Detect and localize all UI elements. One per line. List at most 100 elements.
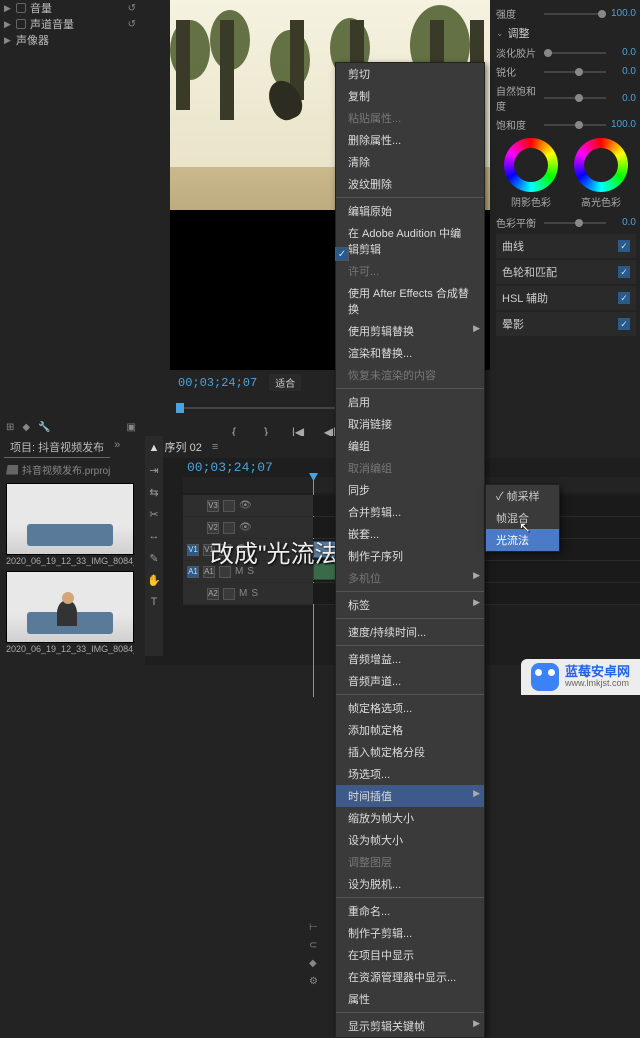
menu-item[interactable]: 标签▶ [336,594,484,616]
shadow-tint-wheel[interactable] [504,138,558,192]
hand-tool[interactable]: ✋ [147,574,161,588]
menu-item[interactable]: 场选项... [336,763,484,785]
menu-item[interactable]: 同步 [336,479,484,501]
menu-item[interactable]: 音频增益... [336,648,484,670]
project-clip[interactable]: 2020_06_19_12_33_IMG_8084_x264.mp4 [6,483,134,567]
expand-arrow-icon[interactable]: ▶ [4,3,12,14]
linked-selection-icon[interactable]: ⊂ [309,940,321,952]
menu-item[interactable]: 重命名... [336,900,484,922]
panel-menu-icon[interactable]: ≡ [212,441,218,453]
razor-tool[interactable]: ✂ [147,508,161,522]
solo-icon[interactable]: S [251,588,258,599]
menu-item[interactable]: 取消链接 [336,413,484,435]
menu-item[interactable]: 在资源管理器中显示... [336,966,484,988]
menu-item[interactable]: 使用剪辑替换▶ [336,320,484,342]
reset-icon[interactable]: ↺ [128,3,136,14]
adjust-section[interactable]: ⌄ 调整 [496,25,636,41]
settings-icon[interactable]: ⚙ [309,976,321,988]
menu-item[interactable]: 制作子序列 [336,545,484,567]
eye-icon[interactable]: 👁 [239,522,252,533]
menu-item[interactable]: 使用 After Effects 合成替换 [336,282,484,320]
fx-channel-volume-row[interactable]: ▶ 声道音量 ↺ [0,16,140,32]
menu-item[interactable]: 剪切 [336,63,484,85]
pen-tool[interactable]: ✎ [147,552,161,566]
menu-item[interactable]: 速度/持续时间... [336,621,484,643]
fade-film-slider[interactable]: 淡化胶片 0.0 [496,45,636,60]
fx-toggle-icon[interactable] [16,19,26,29]
menu-item[interactable]: 插入帧定格分段 [336,741,484,763]
slip-tool[interactable]: ↔ [147,530,161,544]
menu-item[interactable]: 设为脱机... [336,873,484,895]
track-lock-icon[interactable] [223,500,235,512]
monitor-timecode[interactable]: 00;03;24;07 [178,376,257,390]
project-file-row[interactable]: 抖音视频发布.prproj [0,460,142,479]
menu-item[interactable]: 波纹删除 [336,173,484,195]
lumetri-section[interactable]: HSL 辅助✓ [496,286,636,310]
project-tabs[interactable]: 项目: 抖音视频发布 » ≡ [0,435,142,460]
expand-arrow-icon[interactable]: ▶ [4,19,12,30]
menu-item[interactable]: 清除 [336,151,484,173]
saturation-slider[interactable]: 饱和度 100.0 [496,117,636,132]
source-patch[interactable]: A1 [187,566,199,578]
lumetri-section[interactable]: 曲线✓ [496,234,636,258]
zoom-dropdown[interactable]: 适合 [269,374,301,391]
menu-item[interactable]: 缩放为帧大小 [336,807,484,829]
section-toggle[interactable]: ✓ [618,266,630,278]
menu-item[interactable]: 编辑原始 [336,200,484,222]
marker-icon[interactable]: ◆ [309,958,321,970]
vibrance-slider[interactable]: 自然饱和度 0.0 [496,83,636,113]
playhead-icon[interactable] [176,403,184,413]
menu-item[interactable]: 音频声道... [336,670,484,692]
fx-volume-row[interactable]: ▶ 音量 ↺ [0,0,140,16]
fx-toggle-icon[interactable] [16,3,26,13]
track-target[interactable]: A2 [207,588,219,600]
snap-icon[interactable]: ⊞ [6,422,14,433]
menu-item[interactable]: 复制 [336,85,484,107]
snap-icon[interactable]: ⊢ [309,922,321,934]
menu-item[interactable]: 编组 [336,435,484,457]
eye-icon[interactable]: 👁 [239,500,252,511]
tint-balance-slider[interactable]: 色彩平衡 0.0 [496,215,636,230]
wrench-icon[interactable]: 🔧 [38,422,50,433]
section-toggle[interactable]: ✓ [618,318,630,330]
submenu-item[interactable]: ✓ 帧采样 [486,485,559,507]
expand-arrow-icon[interactable]: ▶ [4,35,12,46]
new-item-icon[interactable]: ▣ [127,422,136,433]
section-toggle[interactable]: ✓ [618,292,630,304]
menu-item[interactable]: 帧定格选项... [336,697,484,719]
menu-item[interactable]: 启用 [336,391,484,413]
menu-item[interactable]: 在 Adobe Audition 中编辑剪辑 [336,222,484,260]
ripple-tool[interactable]: ⇆ [147,486,161,500]
source-patch[interactable]: V1 [187,544,199,556]
track-lock-icon[interactable] [223,522,235,534]
sharpen-slider[interactable]: 锐化 0.0 [496,64,636,79]
track-lock-icon[interactable] [223,588,235,600]
menu-item[interactable]: 渲染和替换... [336,342,484,364]
reset-icon[interactable]: ↺ [128,19,136,30]
mute-icon[interactable]: M [239,588,247,599]
menu-item[interactable]: 添加帧定格 [336,719,484,741]
section-toggle[interactable]: ✓ [618,240,630,252]
time-interpolation-submenu[interactable]: ✓ 帧采样 帧混合 光流法 [485,484,560,552]
type-tool[interactable]: T [147,596,161,610]
sequence-tab[interactable]: 序列 02 [161,438,206,456]
tab-overflow-icon[interactable]: » [110,437,124,458]
highlight-tint-wheel[interactable] [574,138,628,192]
selection-tool[interactable]: ▲ [147,442,161,456]
menu-item[interactable]: 嵌套... [336,523,484,545]
track-select-tool[interactable]: ⇥ [147,464,161,478]
menu-item[interactable]: 属性 [336,988,484,1010]
track-target[interactable]: V3 [207,500,219,512]
intensity-slider[interactable]: 强度 100.0 [496,6,636,21]
menu-item[interactable]: 删除属性... [336,129,484,151]
menu-item[interactable]: 合并剪辑... [336,501,484,523]
menu-item[interactable]: 时间插值▶ [336,785,484,807]
fx-panner-row[interactable]: ▶ 声像器 [0,32,140,48]
menu-item[interactable]: 显示剪辑关键帧▶ [336,1015,484,1037]
menu-item[interactable]: 制作子剪辑... [336,922,484,944]
track-target[interactable]: V2 [207,522,219,534]
lumetri-section[interactable]: 晕影✓ [496,312,636,336]
menu-item[interactable]: 在项目中显示 [336,944,484,966]
project-clip[interactable]: 2020_06_19_12_33_IMG_8084_x264 [6,571,134,655]
chevron-down-icon[interactable]: ⌄ [496,28,504,39]
